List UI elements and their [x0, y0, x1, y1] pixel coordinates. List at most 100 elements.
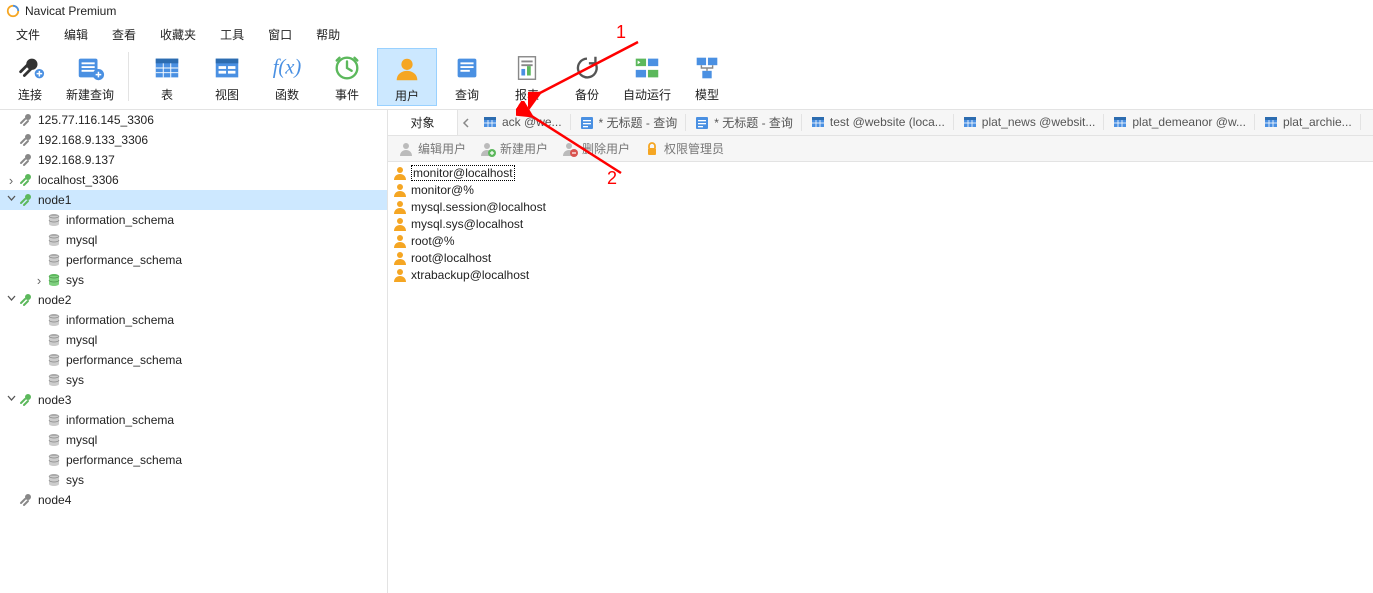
toolbar-user-button[interactable]: 用户: [377, 48, 437, 106]
table-tab-icon: [1263, 114, 1279, 130]
toolbar-label: 连接: [18, 86, 42, 103]
menu-0[interactable]: 文件: [4, 23, 52, 46]
database-open-icon: [46, 272, 62, 288]
toolbar-label: 自动运行: [623, 86, 671, 103]
tree-row-13[interactable]: sys: [0, 370, 387, 390]
toolbar-automation-button[interactable]: 自动运行: [617, 48, 677, 106]
user-row-3[interactable]: mysql.sys@localhost: [392, 215, 1373, 232]
tree-label: node4: [38, 493, 71, 507]
toolbar-connect-button[interactable]: 连接: [0, 48, 60, 106]
tab-6[interactable]: plat_archie...: [1255, 114, 1361, 130]
menu-5[interactable]: 窗口: [256, 23, 304, 46]
tree-row-11[interactable]: mysql: [0, 330, 387, 350]
tab-2[interactable]: 无标题 - 查询: [686, 114, 802, 131]
tree-row-15[interactable]: information_schema: [0, 410, 387, 430]
edit-user-button[interactable]: 编辑用户: [392, 138, 472, 160]
connection-open-icon: [18, 192, 34, 208]
menu-3[interactable]: 收藏夹: [148, 23, 208, 46]
tab-4[interactable]: plat_news @websit...: [954, 114, 1105, 130]
delete-user-button[interactable]: 删除用户: [556, 138, 636, 160]
tab-label: plat_demeanor @w...: [1132, 115, 1246, 129]
menu-2[interactable]: 查看: [100, 23, 148, 46]
backup-icon: [571, 52, 603, 84]
fx-icon: f(x): [271, 52, 303, 84]
tree-label: mysql: [66, 333, 97, 347]
tree-row-1[interactable]: 192.168.9.133_3306: [0, 130, 387, 150]
tab-label: plat_archie...: [1283, 115, 1352, 129]
tree-row-19[interactable]: node4: [0, 490, 387, 510]
tree-row-6[interactable]: mysql: [0, 230, 387, 250]
toolbar-view-button[interactable]: 视图: [197, 48, 257, 106]
toolbar-query-button[interactable]: 查询: [437, 48, 497, 106]
priv-manager-button[interactable]: 权限管理员: [638, 138, 730, 160]
toolbar-model-button[interactable]: 模型: [677, 48, 737, 106]
user-grey-icon: [398, 141, 414, 157]
tree-label: mysql: [66, 433, 97, 447]
tree-row-10[interactable]: information_schema: [0, 310, 387, 330]
connection-open-icon: [18, 392, 34, 408]
user-row-1[interactable]: monitor@%: [392, 181, 1373, 198]
new-user-button[interactable]: 新建用户: [474, 138, 554, 160]
tab-1[interactable]: 无标题 - 查询: [571, 114, 687, 131]
tree-row-17[interactable]: performance_schema: [0, 450, 387, 470]
tree-twist-icon[interactable]: [4, 394, 18, 406]
toolbar-function-button[interactable]: f(x)函数: [257, 48, 317, 106]
tree-row-9[interactable]: node2: [0, 290, 387, 310]
tree-label: performance_schema: [66, 253, 182, 267]
annotation-2: 2: [607, 168, 617, 189]
tree-row-14[interactable]: node3: [0, 390, 387, 410]
user-row-6[interactable]: xtrabackup@localhost: [392, 266, 1373, 283]
model-icon: [691, 52, 723, 84]
database-icon: [46, 372, 62, 388]
connection-closed-icon: [18, 152, 34, 168]
toolbar-label: 表: [161, 86, 173, 103]
database-icon: [46, 412, 62, 428]
user-row-5[interactable]: root@localhost: [392, 249, 1373, 266]
tree-twist-icon[interactable]: ›: [32, 273, 46, 288]
tree-row-2[interactable]: 192.168.9.137: [0, 150, 387, 170]
tab-scroll-left-button[interactable]: [458, 111, 474, 135]
menu-6[interactable]: 帮助: [304, 23, 352, 46]
tab-objects[interactable]: 对象: [388, 110, 458, 135]
app-title: Navicat Premium: [25, 4, 116, 18]
tree-label: information_schema: [66, 313, 174, 327]
user-row-2[interactable]: mysql.session@localhost: [392, 198, 1373, 215]
tree-row-18[interactable]: sys: [0, 470, 387, 490]
user-name: root@%: [411, 234, 455, 248]
tree-row-16[interactable]: mysql: [0, 430, 387, 450]
plug-icon: [14, 52, 46, 84]
menu-1[interactable]: 编辑: [52, 23, 100, 46]
tree-twist-icon[interactable]: ›: [4, 173, 18, 188]
tree-label: localhost_3306: [38, 173, 119, 187]
main-toolbar: 连接 新建查询表 视图f(x)函数事件用户查询报表备份自动运行模型: [0, 46, 1373, 110]
tree-row-8[interactable]: ›sys: [0, 270, 387, 290]
toolbar-table-button[interactable]: 表: [137, 48, 197, 106]
user-name: monitor@localhost: [411, 165, 515, 181]
sub-btn-label: 编辑用户: [418, 140, 466, 157]
tree-row-4[interactable]: node1: [0, 190, 387, 210]
tree-row-7[interactable]: performance_schema: [0, 250, 387, 270]
tree-twist-icon[interactable]: [4, 194, 18, 206]
tab-0[interactable]: ack @we...: [474, 114, 571, 130]
tab-5[interactable]: plat_demeanor @w...: [1104, 114, 1255, 130]
user-row-4[interactable]: root@%: [392, 232, 1373, 249]
toolbar-report-button[interactable]: 报表: [497, 48, 557, 106]
tree-row-3[interactable]: › localhost_3306: [0, 170, 387, 190]
toolbar-new-query-button[interactable]: 新建查询: [60, 48, 120, 106]
main-panel: 对象 ack @we...无标题 - 查询无标题 - 查询test @websi…: [388, 110, 1373, 593]
tree-row-0[interactable]: 125.77.116.145_3306: [0, 110, 387, 130]
tree-twist-icon[interactable]: [4, 294, 18, 306]
report-icon: [511, 52, 543, 84]
tab-3[interactable]: test @website (loca...: [802, 114, 954, 130]
tree-label: sys: [66, 373, 84, 387]
tree-row-5[interactable]: information_schema: [0, 210, 387, 230]
toolbar-backup-button[interactable]: 备份: [557, 48, 617, 106]
user-icon: [392, 182, 408, 198]
tabs-strip: 对象 ack @we...无标题 - 查询无标题 - 查询test @websi…: [388, 110, 1373, 136]
menu-4[interactable]: 工具: [208, 23, 256, 46]
toolbar-event-button[interactable]: 事件: [317, 48, 377, 106]
user-row-0[interactable]: monitor@localhost: [392, 164, 1373, 181]
tree-row-12[interactable]: performance_schema: [0, 350, 387, 370]
user-icon: [392, 165, 408, 181]
sub-btn-label: 权限管理员: [664, 140, 724, 157]
